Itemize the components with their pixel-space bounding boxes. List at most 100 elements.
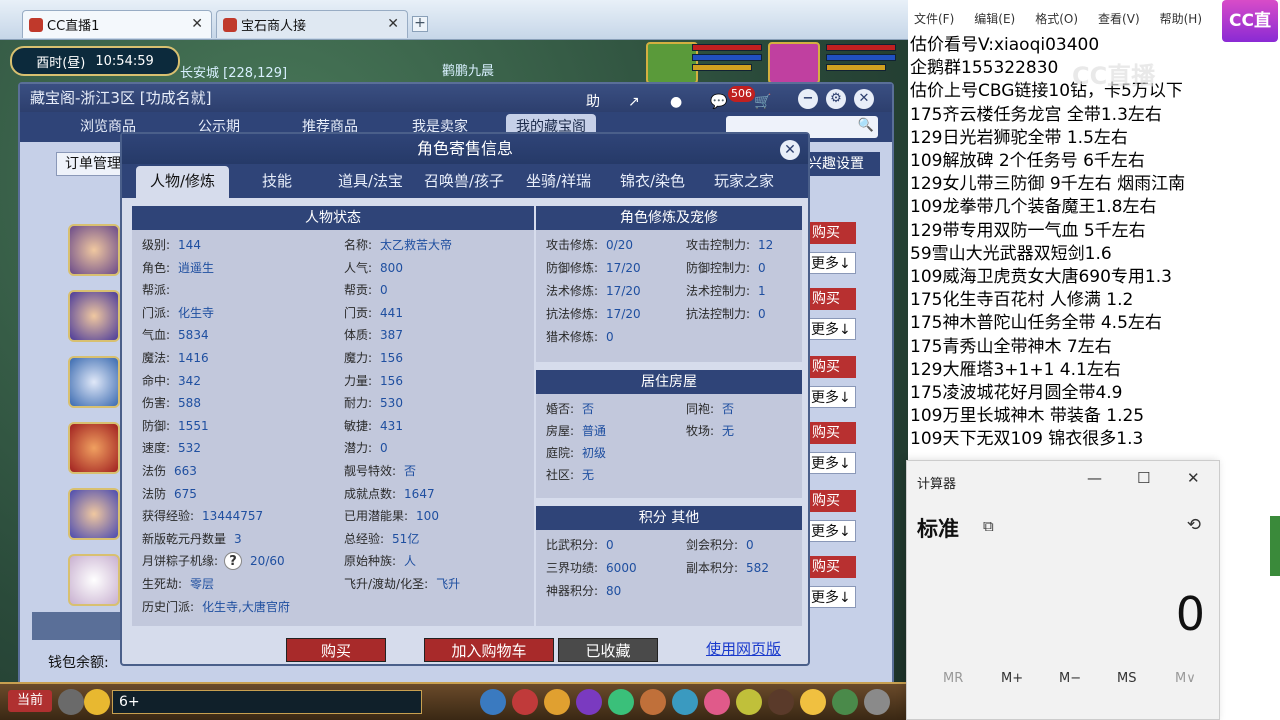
buy-button[interactable]: 购买 xyxy=(286,638,386,662)
skill-icon[interactable] xyxy=(864,689,890,715)
info-field: 抗法修炼: 17/20 xyxy=(546,305,641,322)
avatar[interactable] xyxy=(68,554,120,606)
favorited-button[interactable]: 已收藏 xyxy=(558,638,658,662)
notepad-text-area[interactable]: 估价看号V:xiaoqi03400 企鹅群155322830 估价上号CBG链接10… xyxy=(908,34,1280,452)
skill-icon[interactable] xyxy=(768,689,794,715)
buy-button[interactable]: 购买 xyxy=(806,356,856,378)
skill-icon[interactable] xyxy=(480,689,506,715)
close-icon[interactable]: ✕ xyxy=(780,140,800,160)
stat-value: 663 xyxy=(174,464,197,478)
avatar[interactable] xyxy=(68,224,120,276)
info-label: 牧场: xyxy=(686,424,715,438)
buy-button[interactable]: 购买 xyxy=(806,556,856,578)
avatar[interactable] xyxy=(68,290,120,342)
stat-field: 成就点数: 1647 xyxy=(344,485,435,502)
message-icon[interactable]: 💬 xyxy=(710,88,727,110)
stat-value: 化生寺,大唐官府 xyxy=(202,599,290,614)
memory-subtract-button[interactable]: M− xyxy=(1059,671,1081,686)
stat-field: 飞升/渡劫/化圣: 飞升 xyxy=(344,575,460,592)
memory-add-button[interactable]: M+ xyxy=(1001,671,1023,686)
close-icon[interactable]: ✕ xyxy=(1187,469,1200,487)
info-label: 副本积分: xyxy=(686,561,739,575)
more-button[interactable]: 更多↓ xyxy=(806,452,856,474)
more-button[interactable]: 更多↓ xyxy=(806,252,856,274)
more-button[interactable]: 更多↓ xyxy=(806,586,856,608)
skill-icon[interactable] xyxy=(608,689,634,715)
stat-value: 化生寺 xyxy=(178,305,215,320)
skill-icon[interactable] xyxy=(672,689,698,715)
info-field: 房屋: 普通 xyxy=(546,422,606,439)
avatar[interactable] xyxy=(68,356,120,408)
cart-icon[interactable]: 🛒 xyxy=(754,88,771,110)
tab-pets[interactable]: 召唤兽/孩子 xyxy=(424,170,504,191)
skill-icon[interactable] xyxy=(640,689,666,715)
tab-cc-live[interactable]: CC直播1 ✕ xyxy=(22,10,212,38)
tab-home[interactable]: 玩家之家 xyxy=(714,170,774,191)
menu-help[interactable]: 帮助(H) xyxy=(1160,10,1202,34)
tab-costume[interactable]: 锦衣/染色 xyxy=(620,170,685,191)
skill-icon[interactable] xyxy=(736,689,762,715)
menu-format[interactable]: 格式(O) xyxy=(1035,10,1078,34)
close-icon[interactable]: ✕ xyxy=(387,16,399,32)
house-header: 居住房屋 xyxy=(536,370,802,394)
memory-list-button[interactable]: M∨ xyxy=(1175,671,1196,686)
stop-icon[interactable]: ● xyxy=(670,88,682,110)
skill-icon[interactable] xyxy=(544,689,570,715)
maximize-icon[interactable]: ☐ xyxy=(1137,469,1150,487)
memory-recall-button[interactable]: MR xyxy=(943,671,963,686)
avatar[interactable] xyxy=(68,422,120,474)
more-button[interactable]: 更多↓ xyxy=(806,520,856,542)
skill-icon[interactable] xyxy=(832,689,858,715)
history-icon[interactable]: ⟲ xyxy=(1187,515,1201,535)
window-titlebar: 藏宝阁-浙江3区 [功成名就] 助 ↗ ● 💬 506 🛒 − ⚙ ✕ xyxy=(20,84,892,112)
add-to-cart-button[interactable]: 加入购物车 xyxy=(424,638,554,662)
pet-portrait[interactable] xyxy=(646,42,698,84)
menu-edit[interactable]: 编辑(E) xyxy=(974,10,1015,34)
tab-character[interactable]: 人物/修炼 xyxy=(136,166,230,198)
interest-settings-button[interactable]: 兴趣设置 xyxy=(806,152,880,176)
tab-items[interactable]: 道具/法宝 xyxy=(338,170,403,191)
menu-view[interactable]: 查看(V) xyxy=(1098,10,1140,34)
chat-channel-button[interactable]: 当前 xyxy=(8,690,52,712)
buy-button[interactable]: 购买 xyxy=(806,490,856,512)
minimize-icon[interactable]: − xyxy=(798,89,818,109)
help-button[interactable]: 助 xyxy=(586,88,600,110)
more-button[interactable]: 更多↓ xyxy=(806,318,856,340)
tab-gem-merchant[interactable]: 宝石商人接 ✕ xyxy=(216,10,408,38)
keep-on-top-icon[interactable]: ⧉ xyxy=(983,517,994,535)
minimize-icon[interactable]: — xyxy=(1087,469,1102,487)
buy-button[interactable]: 购买 xyxy=(806,422,856,444)
close-icon[interactable]: ✕ xyxy=(191,16,203,32)
stat-label: 伤害: xyxy=(142,396,171,411)
help-icon[interactable]: ? xyxy=(224,552,243,571)
game-bottom-bar: 当前 6+ xyxy=(0,682,908,720)
skill-icon[interactable] xyxy=(512,689,538,715)
avatar[interactable] xyxy=(68,488,120,540)
close-icon[interactable]: ✕ xyxy=(854,89,874,109)
stat-label: 靓号特效: xyxy=(344,464,397,478)
stat-value: 1416 xyxy=(178,351,209,365)
stat-label: 名称: xyxy=(344,238,373,252)
skill-icon[interactable] xyxy=(704,689,730,715)
notepad-line: 175青秀山全带神木 7左右 xyxy=(910,336,1112,357)
chat-input[interactable]: 6+ xyxy=(112,690,422,714)
stat-label: 人气: xyxy=(344,260,373,275)
skill-icon[interactable] xyxy=(576,689,602,715)
microphone-icon[interactable] xyxy=(58,689,84,715)
buy-button[interactable]: 购买 xyxy=(806,222,856,244)
tab-skills[interactable]: 技能 xyxy=(262,170,292,191)
emoji-icon[interactable] xyxy=(84,689,110,715)
menu-file[interactable]: 文件(F) xyxy=(914,10,954,34)
buy-button[interactable]: 购买 xyxy=(806,288,856,310)
player-portrait[interactable] xyxy=(768,42,820,84)
tab-mounts[interactable]: 坐骑/祥瑞 xyxy=(526,170,591,191)
memory-store-button[interactable]: MS xyxy=(1117,671,1136,686)
share-icon[interactable]: ↗ xyxy=(628,88,640,110)
new-tab-button[interactable]: + xyxy=(412,16,428,32)
calculator-mode[interactable]: 标准 xyxy=(917,513,959,543)
settings-icon[interactable]: ⚙ xyxy=(826,89,846,109)
search-icon[interactable]: 🔍 xyxy=(858,118,874,133)
more-button[interactable]: 更多↓ xyxy=(806,386,856,408)
skill-icon[interactable] xyxy=(800,689,826,715)
use-web-version-link[interactable]: 使用网页版 xyxy=(706,638,781,659)
